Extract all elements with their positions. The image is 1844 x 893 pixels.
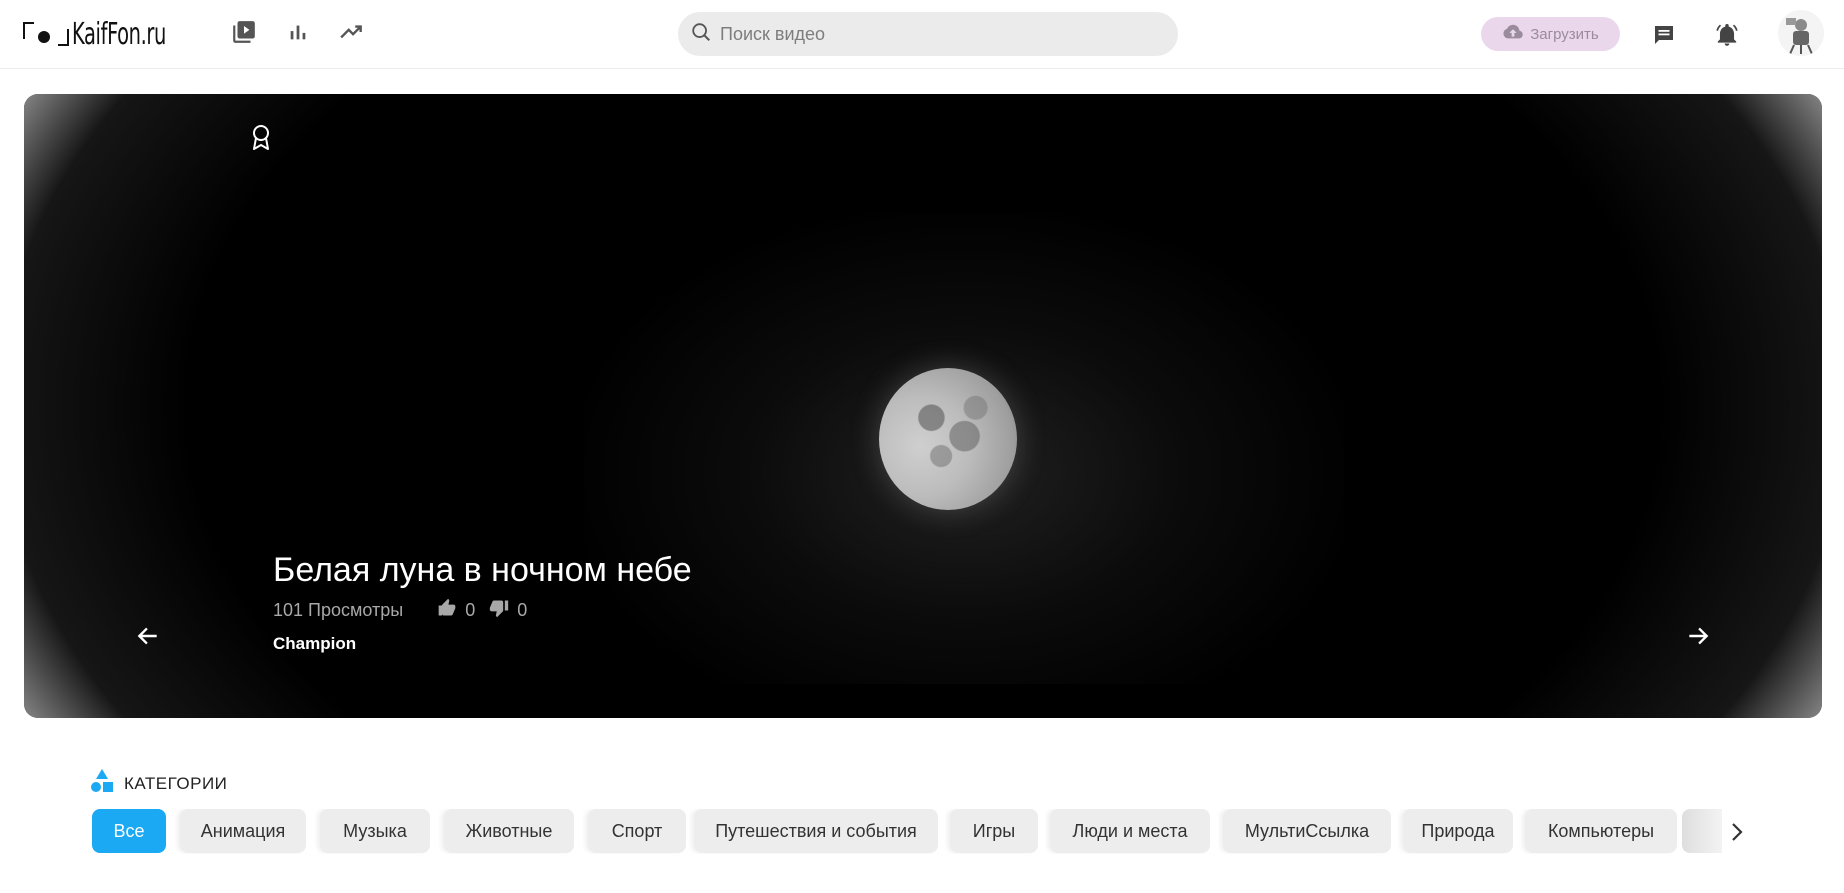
views-count: 101 Просмотры [273, 600, 404, 620]
header-nav [228, 16, 368, 48]
category-chip[interactable]: Игры [950, 809, 1038, 853]
category-chip[interactable]: Спорт [588, 809, 686, 853]
search-input[interactable] [720, 23, 1140, 45]
arrow-right-icon[interactable] [1678, 616, 1718, 656]
category-chip[interactable]: Люди и места [1050, 809, 1210, 853]
thumb-down-icon[interactable] [489, 598, 509, 623]
category-chip[interactable]: МультиСсылка [1223, 809, 1391, 853]
bar-chart-icon[interactable] [282, 16, 314, 48]
award-icon [248, 122, 274, 152]
logo-mark-icon [22, 19, 70, 49]
thumb-up-icon[interactable] [437, 598, 457, 623]
hero-author[interactable]: Champion [273, 634, 356, 654]
chips-overflow-fade [1682, 809, 1722, 853]
avatar[interactable] [1778, 10, 1824, 56]
category-chip[interactable]: Музыка [320, 809, 430, 853]
category-chip[interactable]: Природа [1403, 809, 1513, 853]
dislikes-count: 0 [517, 600, 528, 620]
chevron-right-icon[interactable] [1722, 812, 1752, 852]
logo-text: KaifFon.ru [72, 16, 166, 52]
upload-label: Загрузить [1530, 25, 1599, 43]
featured-video-hero[interactable]: Белая луна в ночном небе 101 Просмотры 0… [24, 94, 1822, 718]
hero-meta: 101 Просмотры 0 0 [273, 598, 527, 623]
categories-title: КАТЕГОРИИ [124, 773, 228, 793]
site-logo[interactable]: KaifFon.ru [22, 14, 203, 54]
cloud-upload-icon [1502, 23, 1524, 46]
hero-title[interactable]: Белая луна в ночном небе [273, 551, 692, 590]
category-chip[interactable]: Все [92, 809, 166, 853]
category-chip[interactable]: Анимация [180, 809, 306, 853]
top-header: KaifFon.ru Поиск видео Загрузить [0, 0, 1844, 69]
upload-button[interactable]: Загрузить [1481, 17, 1620, 51]
category-chip[interactable]: Животные [444, 809, 574, 853]
category-chips: Все Анимация Музыка Животные Спорт Путеш… [92, 809, 1722, 854]
shapes-icon [90, 768, 114, 799]
arrow-left-icon[interactable] [128, 616, 168, 656]
hero-vignette [24, 94, 1822, 718]
likes-count: 0 [465, 600, 476, 620]
trending-icon[interactable] [336, 16, 368, 48]
search-bar[interactable] [678, 12, 1178, 56]
search-icon [690, 21, 712, 48]
message-icon[interactable] [1649, 20, 1679, 50]
bell-icon[interactable] [1712, 20, 1742, 50]
video-library-icon[interactable] [228, 16, 260, 48]
category-chip[interactable]: Компьютеры [1525, 809, 1677, 853]
categories-header: КАТЕГОРИИ [90, 768, 227, 799]
category-chip[interactable]: Путешествия и события [694, 809, 938, 853]
